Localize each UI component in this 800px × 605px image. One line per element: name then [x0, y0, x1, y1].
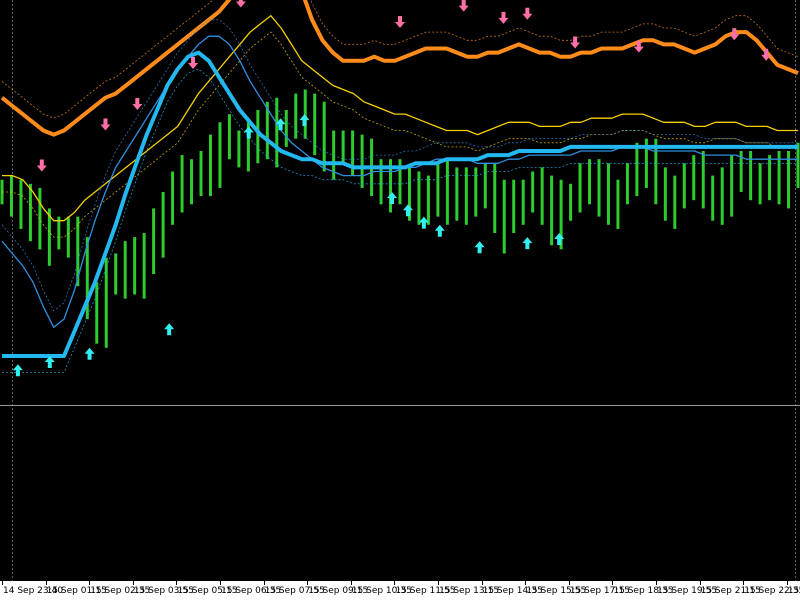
time-tick [525, 581, 527, 585]
time-tick [743, 581, 745, 585]
time-tick [176, 581, 178, 585]
time-tick [481, 581, 483, 585]
time-label: 15 Se [787, 586, 800, 596]
chart-background [0, 0, 800, 581]
time-tick [786, 581, 788, 585]
time-tick [307, 581, 309, 585]
time-tick [394, 581, 396, 585]
time-tick [350, 581, 352, 585]
time-tick [220, 581, 221, 585]
time-tick [45, 581, 47, 585]
time-tick [89, 581, 91, 585]
time-tick [2, 581, 3, 585]
time-tick [568, 581, 570, 585]
chart-window[interactable]: 14 Sep 23:40 15 Sep 01:15 15 Sep 02:35 15 S… [0, 0, 800, 605]
time-tick [656, 581, 657, 585]
time-tick [612, 581, 614, 585]
time-tick [263, 581, 265, 585]
time-tick [699, 581, 701, 585]
time-tick [438, 581, 439, 585]
time-tick [132, 581, 134, 585]
price-chart[interactable] [0, 0, 800, 581]
time-axis: 14 Sep 23:40 15 Sep 01:15 15 Sep 02:35 15 S… [0, 581, 800, 605]
